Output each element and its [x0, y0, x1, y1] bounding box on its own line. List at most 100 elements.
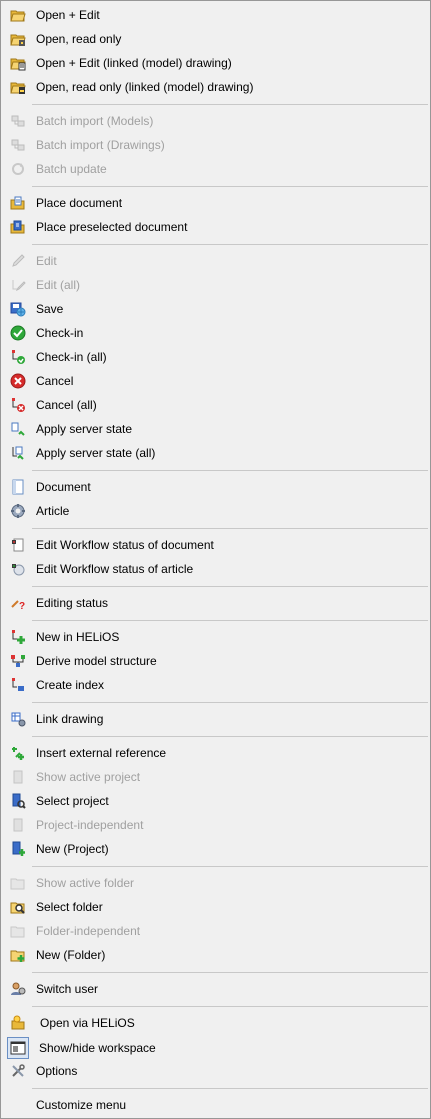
project-select-icon: [10, 793, 26, 809]
menu-item-edit[interactable]: Edit: [2, 250, 429, 272]
menu-item-label: Customize menu: [36, 1098, 127, 1112]
menu-item-show-hide-workspace[interactable]: Show/hide workspace: [2, 1037, 429, 1059]
menu-item-document[interactable]: Document: [2, 476, 429, 498]
menu-item-label: Derive model structure: [36, 654, 157, 668]
server-state-tree-icon: [10, 445, 26, 461]
menu-item-label: Show active folder: [36, 876, 135, 890]
menu-item-open-edit[interactable]: Open + Edit: [2, 4, 429, 26]
open-via-helios-icon: [10, 1015, 26, 1031]
menu-item-save[interactable]: Save: [2, 298, 429, 320]
article-gear-icon: [10, 503, 26, 519]
menu-item-label: Check-in: [36, 326, 84, 340]
insert-reference-icon: [10, 745, 26, 761]
batch-update-icon: [10, 161, 26, 177]
menu-separator: [32, 620, 428, 621]
menu-item-label: Options: [36, 1064, 78, 1078]
svg-text:?: ?: [19, 601, 25, 611]
menu-separator: [32, 244, 428, 245]
menu-item-cancel-all[interactable]: Cancel (all): [2, 394, 429, 416]
menu-item-new-project[interactable]: New (Project): [2, 838, 429, 860]
menu-item-show-active-folder[interactable]: Show active folder: [2, 872, 429, 894]
menu-item-switch-user[interactable]: Switch user: [2, 978, 429, 1000]
menu-item-select-folder[interactable]: Select folder: [2, 896, 429, 918]
menu-item-check-in-all[interactable]: Check-in (all): [2, 346, 429, 368]
menu-item-label: Apply server state (all): [36, 446, 156, 460]
menu-item-select-project[interactable]: Select project: [2, 790, 429, 812]
menu-separator: [32, 1006, 428, 1007]
menu-item-workflow-article[interactable]: Edit Workflow status of article: [2, 558, 429, 580]
menu-item-editing-status[interactable]: ? Editing status: [2, 592, 429, 614]
menu-item-project-independent[interactable]: Project-independent: [2, 814, 429, 836]
menu-item-open-edit-linked[interactable]: Open + Edit (linked (model) drawing): [2, 52, 429, 74]
menu-item-label: Apply server state: [36, 422, 133, 436]
project-show-icon: [10, 769, 26, 785]
folder-linked-lock-icon: [10, 79, 26, 95]
menu-item-derive-model-structure[interactable]: Derive model structure: [2, 650, 429, 672]
menu-item-check-in[interactable]: Check-in: [2, 322, 429, 344]
menu-item-folder-independent[interactable]: Folder-independent: [2, 920, 429, 942]
cancel-icon: [10, 373, 26, 389]
switch-user-icon: [10, 981, 26, 997]
link-drawing-icon: [10, 711, 26, 727]
menu-item-workflow-document[interactable]: Edit Workflow status of document: [2, 534, 429, 556]
menu-item-label: Batch import (Drawings): [36, 138, 165, 152]
menu-item-place-preselected-document[interactable]: Place preselected document: [2, 216, 429, 238]
menu-item-insert-external-reference[interactable]: Insert external reference: [2, 742, 429, 764]
options-tools-icon: [10, 1063, 26, 1079]
menu-item-label: Batch import (Models): [36, 114, 154, 128]
menu-item-new-in-helios[interactable]: New in HELiOS: [2, 626, 429, 648]
menu-item-label: Show active project: [36, 770, 141, 784]
menu-item-label: Cancel: [36, 374, 74, 388]
menu-item-label: Open + Edit: [36, 8, 100, 22]
menu-item-link-drawing[interactable]: Link drawing: [2, 708, 429, 730]
menu-item-label: New (Project): [36, 842, 109, 856]
menu-item-label: Check-in (all): [36, 350, 107, 364]
menu-item-label: Folder-independent: [36, 924, 141, 938]
menu-item-customize-menu[interactable]: Customize menu: [2, 1094, 429, 1116]
menu-item-batch-import-models[interactable]: Batch import (Models): [2, 110, 429, 132]
menu-item-label: Batch update: [36, 162, 107, 176]
project-new-icon: [10, 841, 26, 857]
folder-independent-icon: [10, 923, 26, 939]
menu-item-label: Open, read only: [36, 32, 122, 46]
new-in-helios-icon: [10, 629, 26, 645]
menu-separator: [32, 528, 428, 529]
place-preselected-document-icon: [10, 219, 26, 235]
menu-item-edit-all[interactable]: Edit (all): [2, 274, 429, 296]
menu-item-open-read-only-linked[interactable]: Open, read only (linked (model) drawing): [2, 76, 429, 98]
folder-new-icon: [10, 947, 26, 963]
pencil-icon: [10, 253, 26, 269]
context-menu: Open + Edit Open, read only Open + Edit …: [0, 0, 431, 1119]
project-independent-icon: [10, 817, 26, 833]
menu-item-place-document[interactable]: Place document: [2, 192, 429, 214]
editing-status-icon: ?: [10, 595, 26, 611]
menu-item-batch-update[interactable]: Batch update: [2, 158, 429, 180]
menu-item-label: Switch user: [36, 982, 99, 996]
place-document-icon: [10, 195, 26, 211]
menu-item-label: Insert external reference: [36, 746, 167, 760]
check-tree-icon: [10, 349, 26, 365]
menu-item-cancel[interactable]: Cancel: [2, 370, 429, 392]
menu-item-new-folder[interactable]: New (Folder): [2, 944, 429, 966]
menu-item-label: Create index: [36, 678, 105, 692]
menu-item-apply-server-state[interactable]: Apply server state: [2, 418, 429, 440]
menu-item-open-read-only[interactable]: Open, read only: [2, 28, 429, 50]
workflow-document-icon: [10, 537, 26, 553]
menu-item-show-active-project[interactable]: Show active project: [2, 766, 429, 788]
folder-linked-icon: [10, 55, 26, 71]
menu-item-article[interactable]: Article: [2, 500, 429, 522]
menu-item-options[interactable]: Options: [2, 1060, 429, 1082]
menu-item-apply-server-state-all[interactable]: Apply server state (all): [2, 442, 429, 464]
menu-item-batch-import-drawings[interactable]: Batch import (Drawings): [2, 134, 429, 156]
menu-item-label: Open + Edit (linked (model) drawing): [36, 56, 232, 70]
menu-item-label: Select folder: [36, 900, 103, 914]
menu-item-open-via-helios[interactable]: Open via HELiOS: [2, 1012, 429, 1034]
batch-import-models-icon: [10, 113, 26, 129]
check-icon: [10, 325, 26, 341]
menu-item-label: New (Folder): [36, 948, 106, 962]
menu-item-label: Show/hide workspace: [39, 1041, 156, 1055]
menu-separator: [32, 586, 428, 587]
menu-separator: [32, 186, 428, 187]
menu-item-create-index[interactable]: Create index: [2, 674, 429, 696]
folder-lock-icon: [10, 31, 26, 47]
